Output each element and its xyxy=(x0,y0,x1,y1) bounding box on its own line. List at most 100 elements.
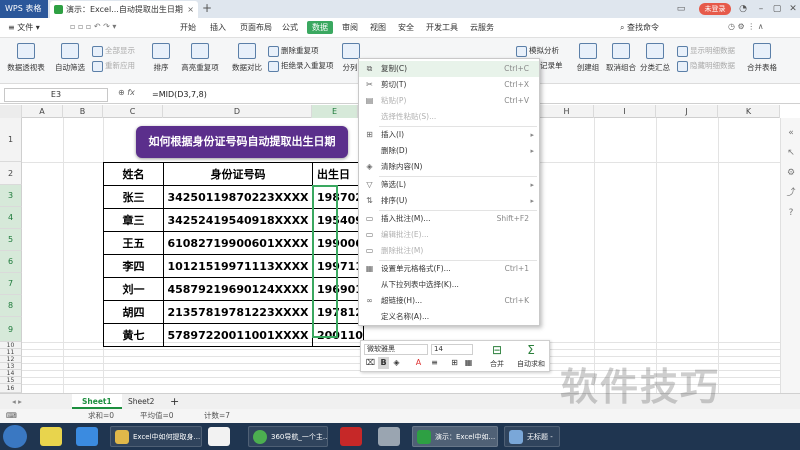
row-header-12[interactable]: 12 xyxy=(0,356,22,363)
cell-id-number[interactable]: 34252419540918XXXX xyxy=(163,208,313,232)
menu-clear-contents[interactable]: ◈ 清除内容(N) xyxy=(359,159,539,175)
sort-button[interactable]: 排序 xyxy=(150,43,172,73)
row-header-7[interactable]: 7 xyxy=(0,273,22,295)
row-header-16[interactable]: 16 xyxy=(0,384,22,393)
taskbar-wps[interactable]: 演示：Excel中如... xyxy=(412,426,498,447)
menu-home[interactable]: 开始 xyxy=(180,22,196,33)
cell-name[interactable]: 王五 xyxy=(103,231,164,255)
close-tab-icon[interactable]: × xyxy=(187,1,194,18)
menu-define-name[interactable]: 定义名称(A)... xyxy=(359,309,539,325)
bold-button[interactable]: B xyxy=(378,357,389,369)
merge-tables-button[interactable]: 合并表格 xyxy=(744,43,780,73)
menu-formula[interactable]: 公式 xyxy=(282,22,298,33)
merge-cells-button[interactable]: ⊟ 合并 xyxy=(485,344,509,369)
menu-page-layout[interactable]: 页面布局 xyxy=(240,22,272,33)
cell-id-number[interactable]: 21357819781223XXXX xyxy=(163,300,313,324)
browser-icon[interactable] xyxy=(76,427,98,446)
menu-delete-comment[interactable]: ▭ 删除批注(M) xyxy=(359,243,539,259)
cell-name[interactable]: 刘一 xyxy=(103,277,164,301)
menu-hyperlink[interactable]: ∞ 超链接(H)... Ctrl+K xyxy=(359,293,539,309)
column-header-e[interactable]: E xyxy=(312,105,358,118)
cell-style-icon[interactable]: ▦ xyxy=(463,357,474,369)
column-header-c[interactable]: C xyxy=(103,105,163,118)
select-all-corner[interactable] xyxy=(0,105,22,118)
row-header-3[interactable]: 3 xyxy=(0,185,22,207)
document-tab[interactable]: 演示：Excel...自动提取出生日期 × xyxy=(50,1,198,18)
hide-detail-button[interactable]: 隐藏明细数据 xyxy=(677,60,735,72)
column-header-a[interactable]: A xyxy=(22,105,63,118)
cell-name[interactable]: 李四 xyxy=(103,254,164,278)
menu-cut[interactable]: ✂ 剪切(T) Ctrl+X xyxy=(359,77,539,93)
whatif-button[interactable]: 模拟分析 xyxy=(516,45,559,57)
menu-developer[interactable]: 开发工具 xyxy=(426,22,458,33)
row-header-13[interactable]: 13 xyxy=(0,363,22,370)
font-size-select[interactable]: 14 xyxy=(431,344,473,355)
cell-id-number[interactable]: 45879219690124XXXX xyxy=(163,277,313,301)
sidebar-settings-icon[interactable]: ⚙ xyxy=(786,168,796,178)
taskbar-excel-video[interactable]: Excel中如何提取身... xyxy=(110,426,202,447)
cell-id-number[interactable]: 34250119870223XXXX xyxy=(163,185,313,209)
header-name[interactable]: 姓名 xyxy=(103,162,164,186)
row-header-5[interactable]: 5 xyxy=(0,229,22,251)
format-painter-icon[interactable]: ⌧ xyxy=(365,357,376,369)
formula-icons[interactable]: ⊕ fx xyxy=(118,88,135,97)
column-header-i[interactable]: I xyxy=(594,105,656,118)
name-box[interactable]: E3 xyxy=(4,88,108,102)
minimize-icon[interactable]: – xyxy=(754,2,768,16)
add-sheet-button[interactable]: + xyxy=(160,394,189,409)
cell-name[interactable]: 张三 xyxy=(103,185,164,209)
close-window-icon[interactable]: ✕ xyxy=(786,2,800,16)
cell-name[interactable]: 胡四 xyxy=(103,300,164,324)
menu-pick-list[interactable]: 从下拉列表中选择(K)... xyxy=(359,277,539,293)
menu-cloud[interactable]: 云服务 xyxy=(470,22,494,33)
menu-view[interactable]: 视图 xyxy=(370,22,386,33)
align-icon[interactable]: ≡ xyxy=(429,357,440,369)
fill-color-icon[interactable]: ◈ xyxy=(391,357,402,369)
row-header-14[interactable]: 14 xyxy=(0,370,22,377)
row-header-2[interactable]: 2 xyxy=(0,162,22,185)
menu-copy[interactable]: ⧉ 复制(C) Ctrl+C xyxy=(359,61,539,77)
data-compare-button[interactable]: 数据对比 xyxy=(228,43,266,73)
taskbar-browser[interactable]: 360导航_一个主... xyxy=(248,426,328,447)
row-header-15[interactable]: 15 xyxy=(0,377,22,384)
taskbar-paint[interactable]: 无标题 - xyxy=(504,426,560,447)
sidebar-share-icon[interactable]: ⤴ xyxy=(786,188,796,198)
sidebar-help-icon[interactable]: ? xyxy=(786,208,796,218)
row-header-4[interactable]: 4 xyxy=(0,207,22,229)
maximize-icon[interactable]: ▢ xyxy=(770,2,784,16)
record-form-button[interactable]: 记录单 xyxy=(540,60,563,71)
create-group-button[interactable]: 创建组 xyxy=(573,43,603,73)
menu-security[interactable]: 安全 xyxy=(398,22,414,33)
border-icon[interactable]: ⊞ xyxy=(449,357,460,369)
row-header-1[interactable]: 1 xyxy=(0,118,22,162)
subtotal-button[interactable]: 分类汇总 xyxy=(638,43,672,73)
font-color-icon[interactable]: A xyxy=(413,357,424,369)
font-select[interactable]: 微软雅黑 xyxy=(364,344,428,355)
menu-insert-comment[interactable]: ▭ 插入批注(M)... Shift+F2 xyxy=(359,211,539,227)
start-button[interactable] xyxy=(3,425,27,448)
formula-input[interactable]: =MID(D3,7,8) xyxy=(152,88,207,102)
menu-format-cells[interactable]: ▦ 设置单元格格式(F)... Ctrl+1 xyxy=(359,261,539,277)
menu-edit-comment[interactable]: ▭ 编辑批注(E)... xyxy=(359,227,539,243)
autosum-button[interactable]: Σ 自动求和 xyxy=(513,344,549,369)
show-detail-button[interactable]: 显示明细数据 xyxy=(677,45,735,57)
split-column-button[interactable]: 分列 xyxy=(342,43,360,73)
column-header-k[interactable]: K xyxy=(718,105,780,118)
selection-range[interactable] xyxy=(312,185,338,338)
app-gray-icon[interactable] xyxy=(378,427,400,446)
app-red-icon[interactable] xyxy=(340,427,362,446)
row-header-10[interactable]: 10 xyxy=(0,342,22,349)
header-birthdate[interactable]: 出生日 xyxy=(312,162,364,186)
device-icon[interactable]: ▭ xyxy=(674,2,688,16)
media-player-icon[interactable] xyxy=(40,427,62,446)
pivot-table-button[interactable]: 数据透视表 xyxy=(6,43,46,73)
search-command[interactable]: ⌕ 查找命令 xyxy=(620,22,659,33)
ungroup-button[interactable]: 取消组合 xyxy=(606,43,636,73)
menu-insert[interactable]: 插入 xyxy=(210,22,226,33)
remove-duplicates-button[interactable]: 删除重复项 xyxy=(268,45,319,57)
reject-duplicates-button[interactable]: 拒绝录入重复项 xyxy=(268,60,334,72)
show-all-button[interactable]: 全部显示 xyxy=(92,45,135,57)
sheet-nav-arrows[interactable]: ◂ ▸ xyxy=(2,394,32,409)
cell-name[interactable]: 黄七 xyxy=(103,323,164,347)
menu-insert-cells[interactable]: ⊞ 插入(I) ▸ xyxy=(359,127,539,143)
